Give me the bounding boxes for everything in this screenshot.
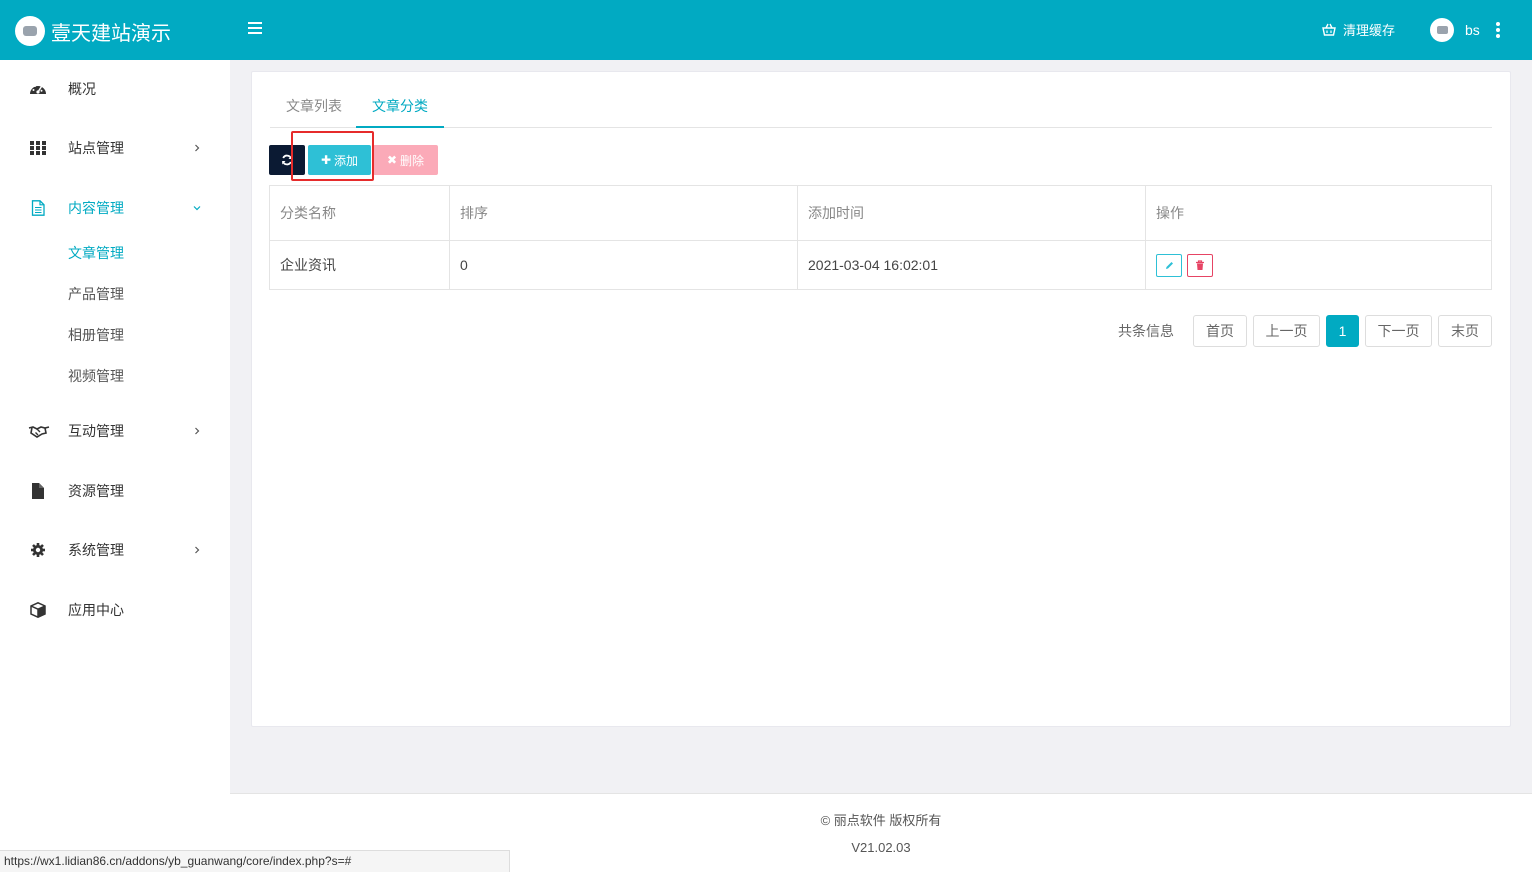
tab-article-category[interactable]: 文章分类 xyxy=(356,88,444,128)
column-header: 操作 xyxy=(1156,205,1184,221)
sidebar-sub-article[interactable]: 文章管理 xyxy=(0,237,230,269)
content-card: 文章列表 文章分类 ✚ 添加 ✖ 删除 分类名称 排序 添加时间 操作 企业资讯… xyxy=(251,71,1511,727)
copyright: © 丽点软件 版权所有 xyxy=(820,813,942,828)
more-vertical-icon[interactable] xyxy=(1496,22,1501,38)
total-info: 共条信息 xyxy=(1118,323,1174,339)
user-menu[interactable]: bs xyxy=(1430,18,1480,42)
tab-bar: 文章列表 文章分类 xyxy=(270,88,1492,128)
column-header: 排序 xyxy=(450,186,798,240)
cube-icon xyxy=(30,602,46,618)
trash-icon xyxy=(1196,259,1204,270)
menu-toggle-icon[interactable] xyxy=(248,22,262,36)
avatar xyxy=(1430,18,1454,42)
sidebar-item-system[interactable]: 系统管理 xyxy=(0,530,230,570)
document-icon xyxy=(31,200,45,216)
category-table: 分类名称 排序 添加时间 操作 企业资讯 0 2021-03-04 16:02:… xyxy=(269,185,1492,290)
sidebar: 概况 站点管理 内容管理 文章管理 产品管理 相册管理 视频管理 互动管理 资源… xyxy=(0,60,230,872)
browser-status-url: https://wx1.lidian86.cn/addons/yb_guanwa… xyxy=(0,850,510,872)
chevron-right-icon xyxy=(195,546,200,554)
time-cell: 2021-03-04 16:02:01 xyxy=(798,241,1146,289)
handshake-icon xyxy=(28,426,50,438)
prev-page-button[interactable]: 上一页 xyxy=(1253,315,1320,347)
sidebar-sub-label: 相册管理 xyxy=(68,327,124,343)
chevron-right-icon xyxy=(195,427,200,435)
current-page[interactable]: 1 xyxy=(1326,315,1359,347)
sidebar-item-interaction[interactable]: 互动管理 xyxy=(0,411,230,451)
sidebar-item-label: 应用中心 xyxy=(68,602,124,618)
chevron-right-icon xyxy=(195,144,200,152)
gear-icon xyxy=(31,543,45,557)
sidebar-item-content[interactable]: 内容管理 xyxy=(0,188,230,228)
sidebar-item-label: 系统管理 xyxy=(68,542,124,558)
sidebar-item-label: 概况 xyxy=(68,81,96,97)
dashboard-icon xyxy=(30,85,46,94)
sidebar-sub-label: 产品管理 xyxy=(68,286,124,302)
delete-button[interactable]: ✖ 删除 xyxy=(373,145,438,175)
clear-cache-label: 清理缓存 xyxy=(1343,23,1396,38)
last-page-button[interactable]: 末页 xyxy=(1438,315,1492,347)
sidebar-item-label: 资源管理 xyxy=(68,483,124,499)
refresh-icon xyxy=(282,154,292,166)
user-name: bs xyxy=(1465,22,1480,38)
column-header: 分类名称 xyxy=(270,186,450,240)
category-name-cell: 企业资讯 xyxy=(270,241,450,289)
sidebar-item-label: 互动管理 xyxy=(68,423,124,439)
clear-cache-button[interactable]: 清理缓存 xyxy=(1322,20,1395,39)
add-label: 添加 xyxy=(334,153,359,168)
sidebar-item-label: 内容管理 xyxy=(68,200,124,216)
sidebar-item-site[interactable]: 站点管理 xyxy=(0,128,230,168)
pagination: 共条信息 首页 上一页 1 下一页 末页 xyxy=(252,315,1492,347)
first-page-button[interactable]: 首页 xyxy=(1193,315,1247,347)
delete-label: 删除 xyxy=(400,153,425,168)
grid-icon xyxy=(30,141,46,155)
brand-title: 壹天建站演示 xyxy=(51,22,171,45)
pencil-icon xyxy=(1165,261,1173,269)
top-header: 壹天建站演示 清理缓存 bs xyxy=(0,0,1532,60)
next-page-button[interactable]: 下一页 xyxy=(1365,315,1432,347)
table-header: 分类名称 排序 添加时间 操作 xyxy=(270,186,1491,241)
add-button[interactable]: ✚ 添加 xyxy=(308,145,371,175)
sidebar-sub-video[interactable]: 视频管理 xyxy=(0,360,230,392)
sidebar-sub-product[interactable]: 产品管理 xyxy=(0,278,230,310)
actions-cell xyxy=(1146,241,1491,289)
tab-article-list[interactable]: 文章列表 xyxy=(270,88,358,128)
sidebar-item-overview[interactable]: 概况 xyxy=(0,69,230,109)
edit-button[interactable] xyxy=(1156,253,1182,277)
sidebar-sub-label: 视频管理 xyxy=(68,368,124,384)
delete-row-button[interactable] xyxy=(1187,253,1213,277)
close-icon: ✖ xyxy=(386,153,398,167)
sidebar-item-label: 站点管理 xyxy=(68,140,124,156)
sidebar-item-apps[interactable]: 应用中心 xyxy=(0,590,230,630)
brand-logo xyxy=(15,16,45,46)
chevron-down-icon xyxy=(193,206,201,211)
sidebar-sub-label: 文章管理 xyxy=(68,245,124,261)
file-icon xyxy=(32,483,44,499)
brand[interactable]: 壹天建站演示 xyxy=(15,15,171,47)
refresh-button[interactable] xyxy=(269,145,305,175)
plus-icon: ✚ xyxy=(320,153,332,167)
basket-icon xyxy=(1322,23,1336,36)
column-header: 添加时间 xyxy=(798,186,1146,240)
sort-cell: 0 xyxy=(450,241,798,289)
sidebar-item-resource[interactable]: 资源管理 xyxy=(0,471,230,511)
table-row: 企业资讯 0 2021-03-04 16:02:01 xyxy=(270,241,1491,289)
sidebar-sub-album[interactable]: 相册管理 xyxy=(0,319,230,351)
